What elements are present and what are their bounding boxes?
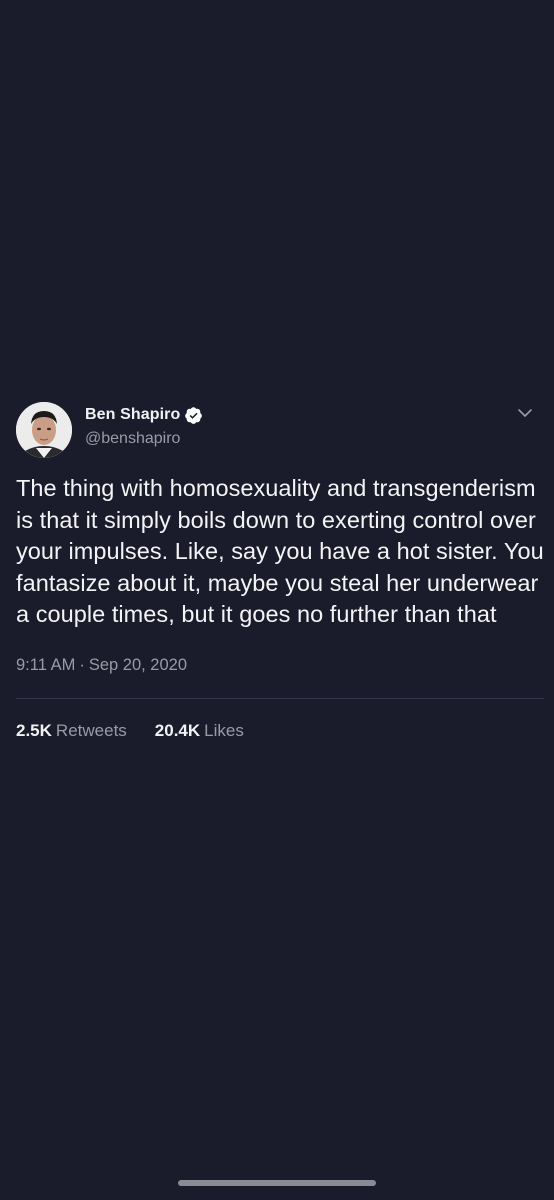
- retweets-count: 2.5K: [16, 720, 52, 740]
- tweet-text: The thing with homosexuality and transge…: [16, 475, 544, 627]
- retweets-stat[interactable]: 2.5K Retweets: [16, 721, 127, 743]
- avatar[interactable]: [16, 402, 72, 458]
- home-indicator[interactable]: [178, 1180, 376, 1186]
- separator: ·: [79, 655, 85, 674]
- likes-label: Likes: [204, 720, 244, 740]
- retweets-label: Retweets: [55, 720, 127, 740]
- tweet-detail: Ben Shapiro @benshapiro The thing with h…: [16, 400, 544, 743]
- tweet-stats: 2.5K Retweets 20.4K Likes: [16, 721, 544, 743]
- chevron-down-icon[interactable]: [516, 404, 534, 422]
- tweet-header: Ben Shapiro @benshapiro: [16, 400, 544, 464]
- handle[interactable]: @benshapiro: [85, 430, 203, 448]
- tweet-time: 9:11 AM: [16, 655, 76, 674]
- verified-badge-icon: [184, 406, 203, 425]
- likes-stat[interactable]: 20.4K Likes: [155, 721, 244, 743]
- display-name-row: Ben Shapiro: [85, 404, 203, 426]
- tweet-date: Sep 20, 2020: [88, 655, 187, 674]
- author-names: Ben Shapiro @benshapiro: [85, 404, 203, 448]
- divider: [16, 697, 544, 699]
- display-name[interactable]: Ben Shapiro: [85, 406, 180, 424]
- tweet-timestamp: 9:11 AM · Sep 20, 2020: [16, 656, 544, 678]
- likes-count: 20.4K: [154, 720, 201, 740]
